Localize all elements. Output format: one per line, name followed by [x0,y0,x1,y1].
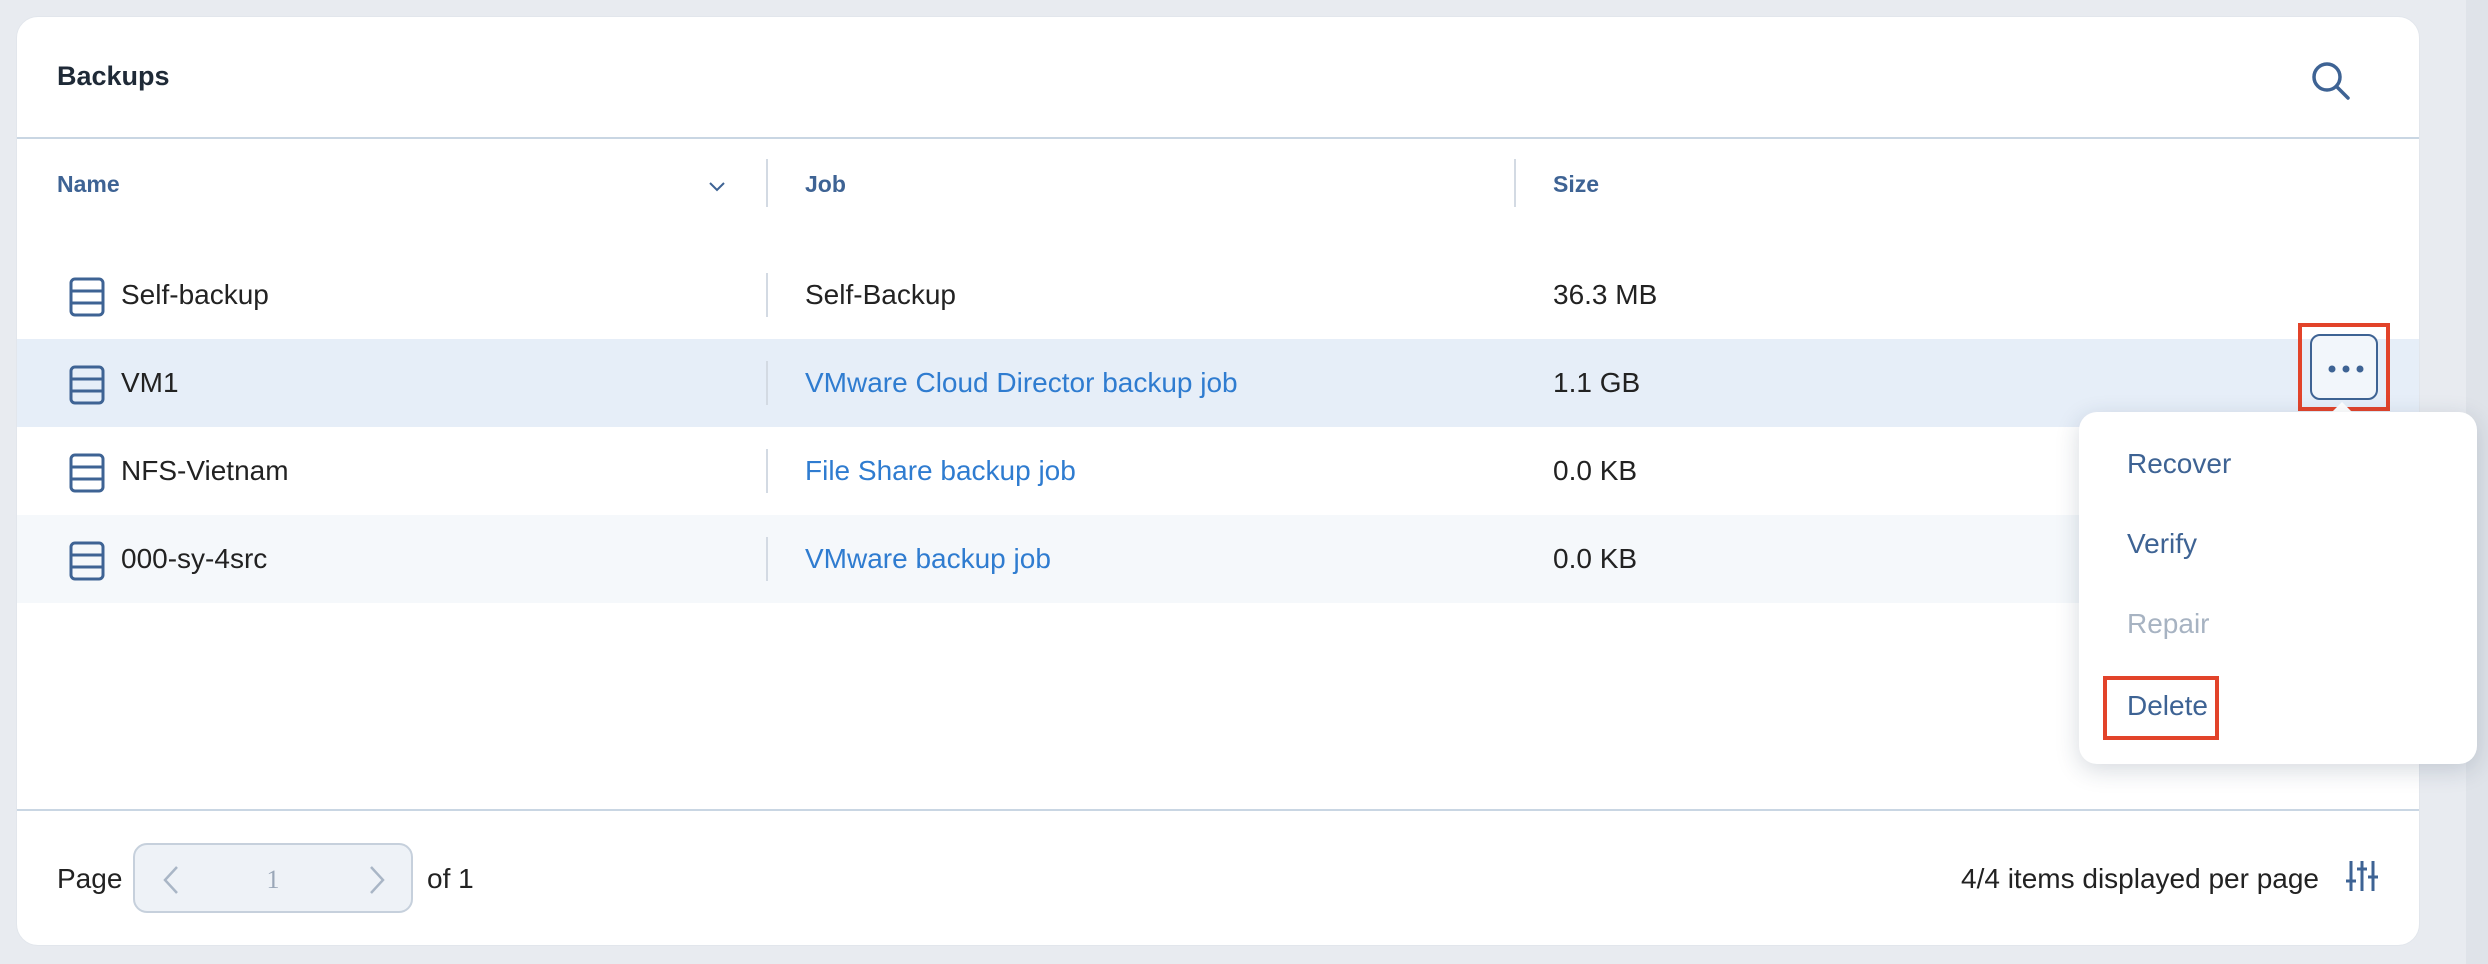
job-link[interactable]: File Share backup job [805,455,1076,487]
database-icon [69,365,105,405]
column-header-size[interactable]: Size [1553,171,1599,198]
cell-divider [766,273,768,317]
database-icon [69,277,105,317]
chevron-down-icon[interactable] [705,175,729,199]
row-actions-menu: Recover Verify Repair Delete [2079,412,2477,764]
backup-size: 36.3 MB [1553,279,1658,310]
backup-name: 000-sy-4src [121,543,268,574]
search-icon[interactable] [2307,57,2355,105]
backup-size: 0.0 KB [1553,543,1638,574]
page-count-label: of 1 [427,863,474,894]
backup-name: VM1 [121,367,179,398]
menu-item-recover[interactable]: Recover [2127,448,2231,480]
cell-divider [766,449,768,493]
cell-divider [766,361,768,405]
backups-panel: Backups Name Job Size Self-backup Self-B… [16,16,2420,946]
column-resize-handle[interactable] [766,159,768,207]
row-actions-button[interactable] [2310,334,2378,400]
column-header-name[interactable]: Name [57,171,120,198]
job-name: Self-Backup [805,279,956,310]
menu-item-repair: Repair [2127,608,2210,639]
panel-title: Backups [57,61,170,91]
sliders-icon[interactable] [2345,859,2379,898]
table-row[interactable]: VM1 VMware Cloud Director backup job 1.1… [17,339,2419,427]
database-icon [69,541,105,581]
job-link[interactable]: VMware backup job [805,543,1051,575]
items-per-page-label: 4/4 items displayed per page [1961,863,2319,894]
more-horizontal-icon [2328,365,2364,373]
table-row[interactable]: 000-sy-4src VMware backup job 0.0 KB [17,515,2419,603]
annotation-highlight [2103,676,2219,740]
backup-name: Self-backup [121,279,269,310]
job-link[interactable]: VMware Cloud Director backup job [805,367,1238,399]
table-row[interactable]: NFS-Vietnam File Share backup job 0.0 KB [17,427,2419,515]
backup-size: 0.0 KB [1553,455,1638,486]
cell-divider [766,537,768,581]
page-label: Page [57,863,123,894]
chevron-right-icon[interactable] [365,865,389,900]
page-selector[interactable]: 1 [133,843,413,913]
column-resize-handle[interactable] [1514,159,1516,207]
column-header-job[interactable]: Job [805,171,846,198]
backup-name: NFS-Vietnam [121,455,289,486]
menu-item-verify[interactable]: Verify [2127,528,2197,560]
database-icon [69,453,105,493]
table-row[interactable]: Self-backup Self-Backup 36.3 MB [17,251,2419,339]
backup-size: 1.1 GB [1553,367,1641,398]
table-footer: Page 1 of 1 4/4 items displayed per page [17,809,2419,945]
panel-header: Backups [17,17,2419,139]
